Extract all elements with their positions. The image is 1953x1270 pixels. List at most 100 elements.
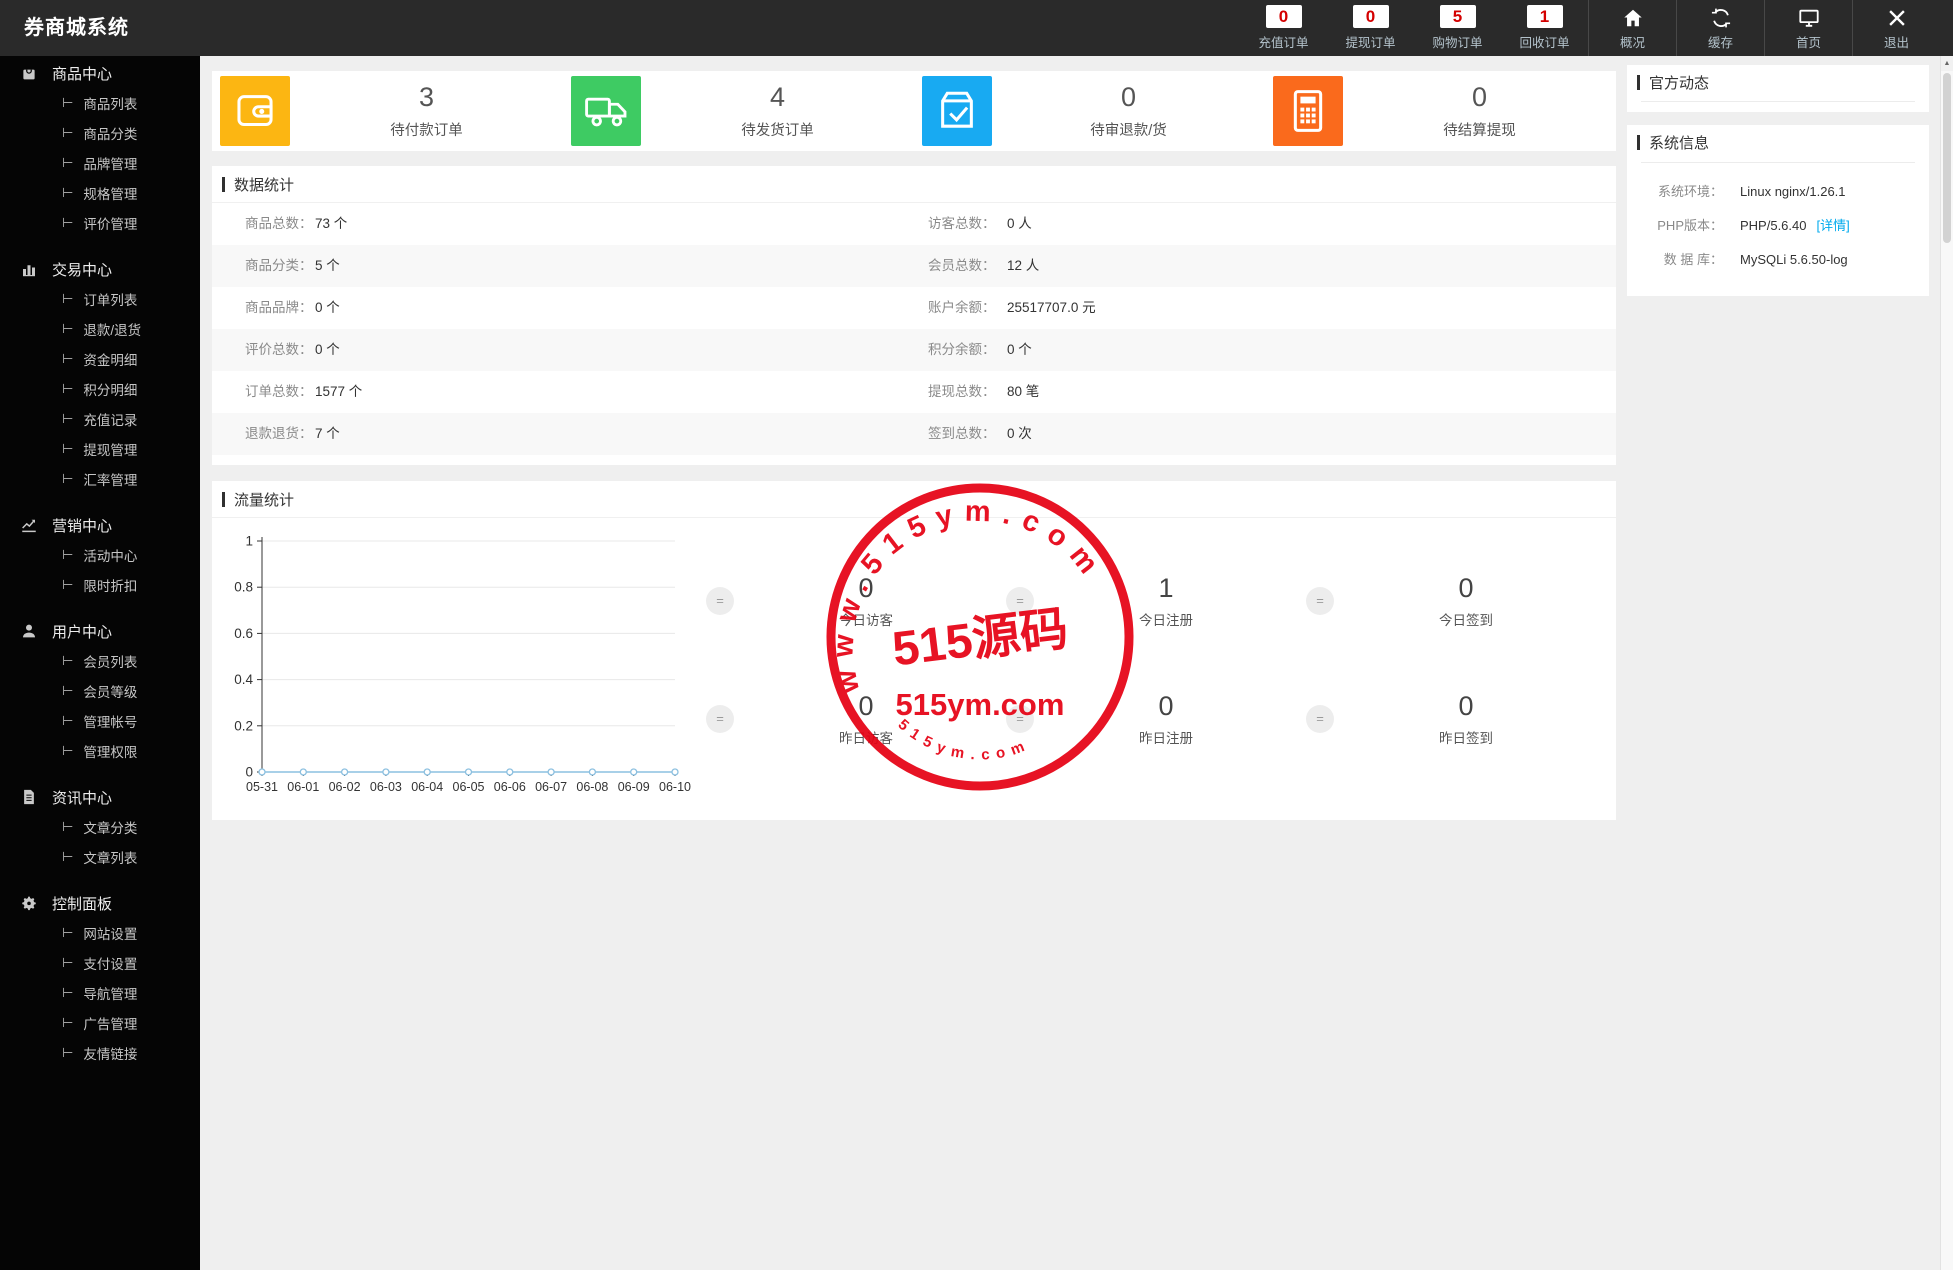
header-badge[interactable]: 0 充值订单 bbox=[1240, 0, 1327, 56]
stat-label: 商品总数： bbox=[245, 216, 313, 231]
card-value: 0 bbox=[1120, 82, 1137, 112]
sidebar-item[interactable]: ⊢ 管理权限 bbox=[0, 736, 200, 766]
header-badges: 0 充值订单 0 提现订单 5 购物订单 1 回收订单 bbox=[1240, 0, 1588, 56]
sidebar-item-label: 网站设置 bbox=[83, 927, 138, 942]
header-badge[interactable]: 5 购物订单 bbox=[1414, 0, 1501, 56]
branch-icon: ⊢ bbox=[62, 95, 74, 110]
summary-card[interactable]: 0 待结算提现 bbox=[1265, 71, 1616, 151]
sidebar-item[interactable]: ⊢ 导航管理 bbox=[0, 978, 200, 1008]
sidebar-section-header[interactable]: 用户中心 bbox=[0, 616, 200, 646]
sidebar-item[interactable]: ⊢ 友情链接 bbox=[0, 1038, 200, 1068]
system-info-header: 系统信息 bbox=[1627, 125, 1929, 160]
sidebar-section-header[interactable]: 资讯中心 bbox=[0, 782, 200, 812]
sidebar-item[interactable]: ⊢ 商品分类 bbox=[0, 118, 200, 148]
quick-stat-value: 0 bbox=[858, 573, 874, 603]
header-actions: 概况 缓存 首页 退出 bbox=[1588, 0, 1940, 56]
sidebar-item[interactable]: ⊢ 文章分类 bbox=[0, 812, 200, 842]
system-info-label: 系统环境： bbox=[1657, 184, 1723, 199]
quick-stat-label: 昨日签到 bbox=[1439, 731, 1493, 746]
action-label: 首页 bbox=[1795, 36, 1821, 50]
sidebar-item[interactable]: ⊢ 限时折扣 bbox=[0, 570, 200, 600]
sidebar-item-label: 评价管理 bbox=[83, 217, 138, 232]
scrollbar-thumb[interactable] bbox=[1943, 73, 1951, 243]
sidebar-item[interactable]: ⊢ 品牌管理 bbox=[0, 148, 200, 178]
sidebar-item[interactable]: ⊢ 订单列表 bbox=[0, 284, 200, 314]
sidebar-item[interactable]: ⊢ 会员等级 bbox=[0, 676, 200, 706]
sidebar-item[interactable]: ⊢ 充值记录 bbox=[0, 404, 200, 434]
summary-card[interactable]: 3 待付款订单 bbox=[212, 71, 563, 151]
stat-placeholder-icon: = bbox=[706, 705, 734, 733]
sidebar-item[interactable]: ⊢ 网站设置 bbox=[0, 918, 200, 948]
sidebar-section-header[interactable]: 交易中心 bbox=[0, 254, 200, 284]
data-stats-header: 数据统计 bbox=[212, 166, 1616, 203]
scrollbar[interactable]: ▲ bbox=[1940, 56, 1953, 1270]
branch-icon: ⊢ bbox=[62, 1045, 74, 1060]
details-link[interactable]: [详情] bbox=[1817, 218, 1850, 233]
panel-title-marker bbox=[1637, 75, 1640, 90]
header-badge[interactable]: 1 回收订单 bbox=[1501, 0, 1588, 56]
branch-icon: ⊢ bbox=[62, 713, 74, 728]
svg-text:06-06: 06-06 bbox=[494, 780, 526, 794]
svg-text:0.8: 0.8 bbox=[234, 580, 253, 595]
home-icon bbox=[1622, 7, 1644, 29]
header-badge[interactable]: 0 提现订单 bbox=[1327, 0, 1414, 56]
sidebar-item-label: 管理帐号 bbox=[83, 715, 138, 730]
stat-label: 商品分类： bbox=[245, 258, 313, 273]
summary-card[interactable]: 4 待发货订单 bbox=[563, 71, 914, 151]
quick-stat-label: 今日注册 bbox=[1139, 613, 1193, 628]
main-content: 3 待付款订单 4 待发货订单 0 待审退款/货 0 待结算提现 数据统计 商品… bbox=[200, 56, 1940, 1270]
sidebar-item[interactable]: ⊢ 管理帐号 bbox=[0, 706, 200, 736]
stat-value: 12 人 bbox=[1007, 258, 1040, 273]
header-action[interactable]: 退出 bbox=[1852, 0, 1940, 56]
stat-value: 0 次 bbox=[1007, 426, 1032, 441]
sidebar-section: 交易中心 ⊢ 订单列表 ⊢ 退款/退货 ⊢ 资金明细 ⊢ 积分明细 ⊢ 充值记录… bbox=[0, 254, 200, 494]
header-action[interactable]: 首页 bbox=[1764, 0, 1852, 56]
sidebar-section-items: ⊢ 活动中心 ⊢ 限时折扣 bbox=[0, 540, 200, 600]
svg-text:0.6: 0.6 bbox=[234, 626, 253, 641]
branch-icon: ⊢ bbox=[62, 1015, 74, 1030]
sidebar-item[interactable]: ⊢ 活动中心 bbox=[0, 540, 200, 570]
sidebar-item[interactable]: ⊢ 提现管理 bbox=[0, 434, 200, 464]
header-action[interactable]: 缓存 bbox=[1676, 0, 1764, 56]
branch-icon: ⊢ bbox=[62, 819, 74, 834]
header-action[interactable]: 概况 bbox=[1588, 0, 1676, 56]
sidebar-item[interactable]: ⊢ 会员列表 bbox=[0, 646, 200, 676]
sidebar-item-label: 限时折扣 bbox=[83, 579, 138, 594]
sidebar-section-header[interactable]: 营销中心 bbox=[0, 510, 200, 540]
stat-placeholder-icon: = bbox=[1306, 587, 1334, 615]
svg-text:06-09: 06-09 bbox=[618, 780, 650, 794]
sidebar-section-header[interactable]: 控制面板 bbox=[0, 888, 200, 918]
sidebar-item[interactable]: ⊢ 积分明细 bbox=[0, 374, 200, 404]
data-stats-panel: 数据统计 商品总数： 73 个 访客总数： 0 人 商品分类： 5 个 会员总数… bbox=[212, 166, 1616, 465]
data-stats-title: 数据统计 bbox=[234, 176, 295, 194]
scroll-up-button[interactable]: ▲ bbox=[1941, 56, 1953, 71]
trend-icon bbox=[20, 516, 38, 534]
sidebar-item[interactable]: ⊢ 商品列表 bbox=[0, 88, 200, 118]
sidebar-item[interactable]: ⊢ 汇率管理 bbox=[0, 464, 200, 494]
stat-value: 5 个 bbox=[315, 258, 340, 273]
branch-icon: ⊢ bbox=[62, 125, 74, 140]
sidebar-item[interactable]: ⊢ 广告管理 bbox=[0, 1008, 200, 1038]
quick-stat-label: 昨日访客 bbox=[839, 731, 893, 746]
stat-value: 0 人 bbox=[1007, 216, 1032, 231]
svg-text:0.4: 0.4 bbox=[234, 672, 253, 687]
summary-card[interactable]: 0 待审退款/货 bbox=[914, 71, 1265, 151]
stat-value: 25517707.0 元 bbox=[1007, 300, 1096, 315]
card-value: 4 bbox=[769, 82, 786, 112]
sidebar-item[interactable]: ⊢ 支付设置 bbox=[0, 948, 200, 978]
sidebar-item[interactable]: ⊢ 资金明细 bbox=[0, 344, 200, 374]
sidebar-item-label: 积分明细 bbox=[83, 383, 138, 398]
branch-icon: ⊢ bbox=[62, 955, 74, 970]
sidebar-section-label: 商品中心 bbox=[52, 65, 113, 83]
stat-placeholder-icon: = bbox=[1006, 705, 1034, 733]
sidebar-item[interactable]: ⊢ 退款/退货 bbox=[0, 314, 200, 344]
sidebar-item[interactable]: ⊢ 规格管理 bbox=[0, 178, 200, 208]
svg-text:06-03: 06-03 bbox=[370, 780, 402, 794]
stat-label: 提现总数： bbox=[928, 384, 996, 399]
sidebar-section-header[interactable]: 商品中心 bbox=[0, 58, 200, 88]
branch-icon: ⊢ bbox=[62, 351, 74, 366]
stat-placeholder-icon: = bbox=[706, 587, 734, 615]
sidebar-item[interactable]: ⊢ 评价管理 bbox=[0, 208, 200, 238]
sidebar-item[interactable]: ⊢ 文章列表 bbox=[0, 842, 200, 872]
sidebar-item-label: 管理权限 bbox=[83, 745, 138, 760]
